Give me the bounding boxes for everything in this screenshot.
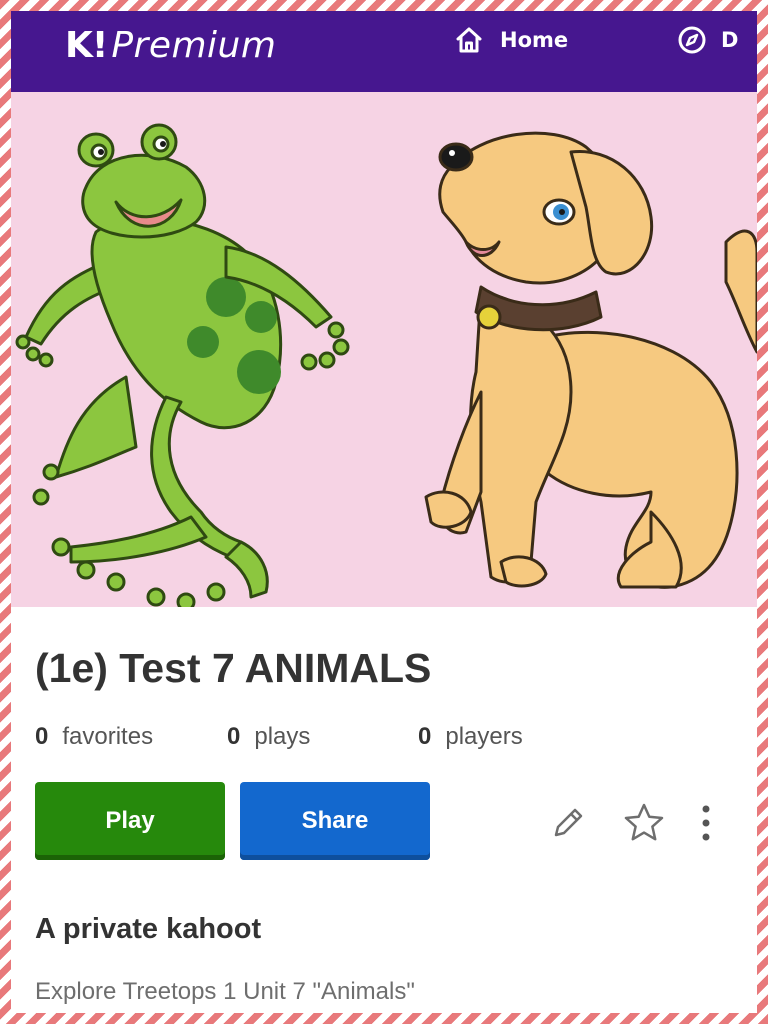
kahoot-stats: 0 favorites 0 plays 0 players <box>11 723 757 753</box>
kahoot-card: K! Premium Home D (1e) Test 7 ANIMALS 0 … <box>11 11 757 1013</box>
visibility-heading: A private kahoot <box>35 913 262 945</box>
plays-stat: 0 plays <box>227 723 310 751</box>
favorite-button[interactable] <box>621 800 667 846</box>
nav-item-discover-label: D <box>721 28 739 52</box>
logo-premium-text: Premium <box>111 24 277 66</box>
cover-illustration <box>15 123 757 607</box>
favorites-stat: 0 favorites <box>35 723 153 751</box>
nav-item-home[interactable]: Home <box>454 25 568 55</box>
dog-illustration <box>424 131 757 589</box>
kahoot-premium-logo[interactable]: K! Premium <box>65 23 276 67</box>
more-options-button[interactable] <box>691 800 721 846</box>
edit-button[interactable] <box>546 801 590 845</box>
home-icon <box>456 27 482 53</box>
kahoot-title: (1e) Test 7 ANIMALS <box>35 645 432 691</box>
plays-count: 0 <box>227 723 241 750</box>
compass-icon <box>678 26 706 54</box>
kahoot-description: Explore Treetops 1 Unit 7 "Animals" <box>35 978 415 1005</box>
frog-illustration <box>15 123 350 607</box>
favorites-label: favorites <box>62 723 154 750</box>
players-stat: 0 players <box>418 723 523 751</box>
play-button[interactable]: Play <box>35 782 225 860</box>
players-count: 0 <box>418 723 432 750</box>
kahoot-cover-image <box>11 92 757 607</box>
plays-label: plays <box>254 723 311 750</box>
more-vertical-icon <box>702 805 710 841</box>
star-icon <box>624 803 664 841</box>
players-label: players <box>445 723 523 750</box>
top-navigation-bar: K! Premium Home D <box>11 11 757 92</box>
nav-item-discover[interactable]: D <box>677 25 738 55</box>
favorites-count: 0 <box>35 723 49 750</box>
pencil-icon <box>554 808 583 837</box>
logo-mark: K! <box>65 24 108 66</box>
share-button[interactable]: Share <box>240 782 430 860</box>
nav-item-home-label: Home <box>500 28 569 52</box>
